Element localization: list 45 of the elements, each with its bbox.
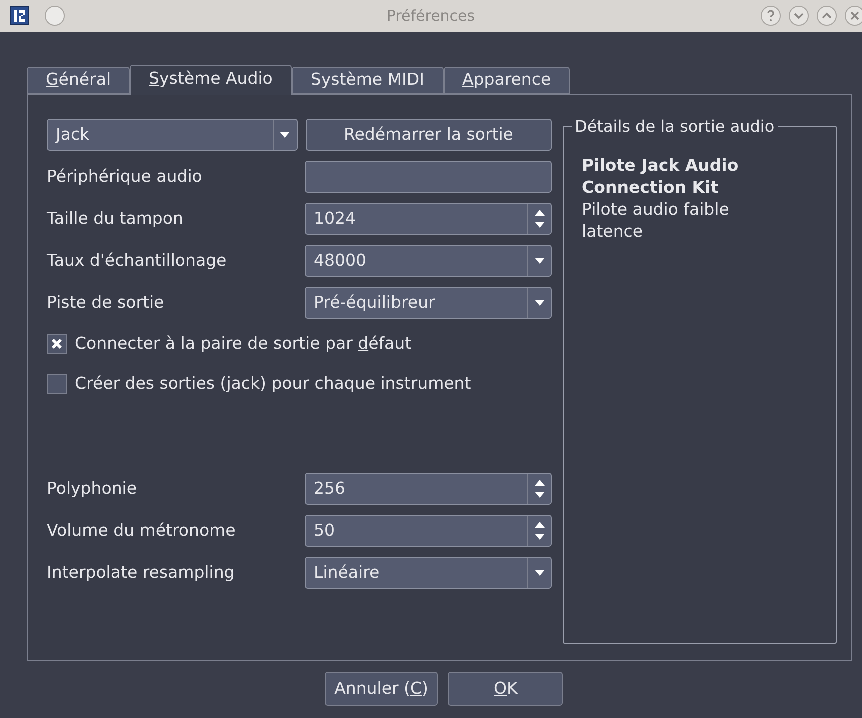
checkbox[interactable] <box>47 334 67 354</box>
tab[interactable]: Système MIDI <box>292 67 444 94</box>
driver-name: Pilote Jack Audio Connection Kit <box>582 155 740 199</box>
tab[interactable]: Général <box>27 67 130 94</box>
checkbox-label: Connecter à la paire de sortie par défaut <box>75 332 412 355</box>
dropdown[interactable]: 48000 <box>305 245 552 277</box>
field-label: Interpolate resampling <box>47 562 236 584</box>
field-label: Polyphonie <box>47 478 138 500</box>
checkbox[interactable] <box>47 374 67 394</box>
driver-description: Pilote audio faible latence <box>582 199 730 243</box>
spin-up-icon[interactable] <box>534 522 544 528</box>
caret-icon <box>280 132 290 138</box>
spin-box[interactable]: 50 <box>305 515 552 547</box>
spin-down-icon[interactable] <box>534 492 544 498</box>
spin-box[interactable]: 256 <box>305 473 552 505</box>
minimize-icon[interactable] <box>788 5 810 27</box>
dropdown[interactable]: Jack <box>47 119 298 151</box>
close-icon[interactable] <box>844 5 862 27</box>
spin-up-icon[interactable] <box>534 210 544 216</box>
field-label: Piste de sortie <box>47 292 166 314</box>
dropdown[interactable]: Pré-équilibreur <box>305 287 552 319</box>
field-label: Taille du tampon <box>47 208 184 230</box>
field-label: Taux d'échantillonage <box>47 250 228 272</box>
field-label: Volume du métronome <box>47 520 237 542</box>
spin-up-icon[interactable] <box>534 480 544 486</box>
caret-icon <box>534 258 544 264</box>
restart-button[interactable]: Redémarrer la sortie <box>306 119 552 151</box>
caret-icon <box>534 300 544 306</box>
maximize-icon[interactable] <box>816 5 838 27</box>
caret-icon <box>534 570 544 576</box>
app-icon[interactable] <box>10 6 30 26</box>
tab[interactable]: Système Audio <box>130 65 292 95</box>
help-icon[interactable] <box>760 5 782 27</box>
spin-down-icon[interactable] <box>534 222 544 228</box>
window-title: Préférences <box>386 6 476 27</box>
dropdown[interactable]: Linéaire <box>305 557 552 589</box>
check-icon <box>51 338 63 350</box>
spin-down-icon[interactable] <box>534 534 544 540</box>
ok-button[interactable]: OK <box>448 672 564 706</box>
cancel-button[interactable]: Annuler (C) <box>324 672 438 706</box>
checkbox-label: Créer des sorties (jack) pour chaque instrument <box>75 372 472 395</box>
field-label: Périphérique audio <box>47 166 204 188</box>
input-field[interactable] <box>305 161 552 193</box>
spin-box[interactable]: 1024 <box>305 203 552 235</box>
tab[interactable]: Apparence <box>444 67 570 94</box>
